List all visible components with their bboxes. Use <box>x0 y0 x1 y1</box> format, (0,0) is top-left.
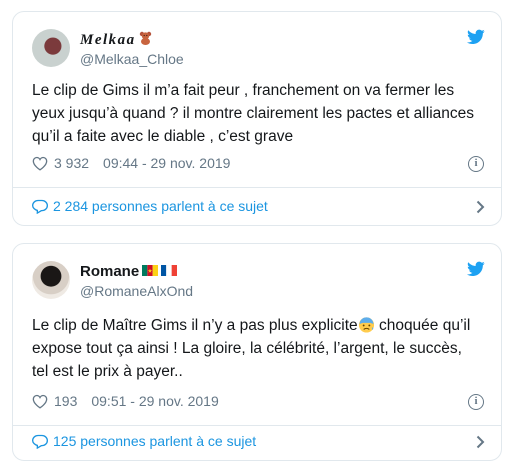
conversation-count[interactable]: 2 284 personnes parlent à ce sujet <box>53 198 268 214</box>
france-flag <box>161 265 178 276</box>
tweet-meta: 193 09:51 - 29 nov. 2019 <box>32 393 219 409</box>
twitter-bird-icon[interactable] <box>467 261 485 277</box>
anxious-face-emoji <box>358 317 374 333</box>
display-name[interactable]: Romane <box>80 263 178 281</box>
chevron-right-icon[interactable] <box>476 200 485 214</box>
tweet-meta: 3 932 09:44 - 29 nov. 2019 <box>32 155 230 171</box>
like-count[interactable]: 3 932 <box>54 155 89 171</box>
chevron-right-icon[interactable] <box>476 435 485 449</box>
tweet-text: Le clip de Maître Gims il n’y a pas plus… <box>32 317 471 380</box>
heart-icon[interactable] <box>32 156 48 171</box>
like-count[interactable]: 193 <box>54 393 77 409</box>
twitter-bird-icon[interactable] <box>467 29 485 45</box>
conversation-link[interactable]: 2 284 personnes parlent à ce sujet <box>32 198 487 214</box>
avatar[interactable] <box>32 261 70 299</box>
tweet-timestamp[interactable]: 09:51 - 29 nov. 2019 <box>91 393 218 409</box>
tweet-timestamp[interactable]: 09:44 - 29 nov. 2019 <box>103 155 230 171</box>
comment-bubble-icon <box>32 434 48 449</box>
display-name[interactable]: Melkaa <box>80 31 152 49</box>
user-handle[interactable]: @Melkaa_Chloe <box>80 51 184 68</box>
info-icon[interactable]: i <box>468 156 484 172</box>
teddy-bear-emoji <box>139 31 151 45</box>
tweet-text: Le clip de Gims il m’a fait peur , franc… <box>32 82 474 145</box>
cameroon-flag <box>142 265 159 276</box>
avatar[interactable] <box>32 29 70 67</box>
conversation-count[interactable]: 125 personnes parlent à ce sujet <box>53 433 256 449</box>
tweet-card-romane[interactable]: Romane @RomaneAlxOnd Le clip de Maître G… <box>12 243 502 461</box>
heart-icon[interactable] <box>32 394 48 409</box>
comment-bubble-icon <box>32 199 48 214</box>
user-handle[interactable]: @RomaneAlxOnd <box>80 283 193 300</box>
tweet-card-melkaa[interactable]: Melkaa @Melkaa_Chloe Le clip de Gims il … <box>12 11 502 226</box>
info-icon[interactable]: i <box>468 394 484 410</box>
divider <box>13 187 501 188</box>
divider <box>13 425 501 426</box>
conversation-link[interactable]: 125 personnes parlent à ce sujet <box>32 433 487 449</box>
